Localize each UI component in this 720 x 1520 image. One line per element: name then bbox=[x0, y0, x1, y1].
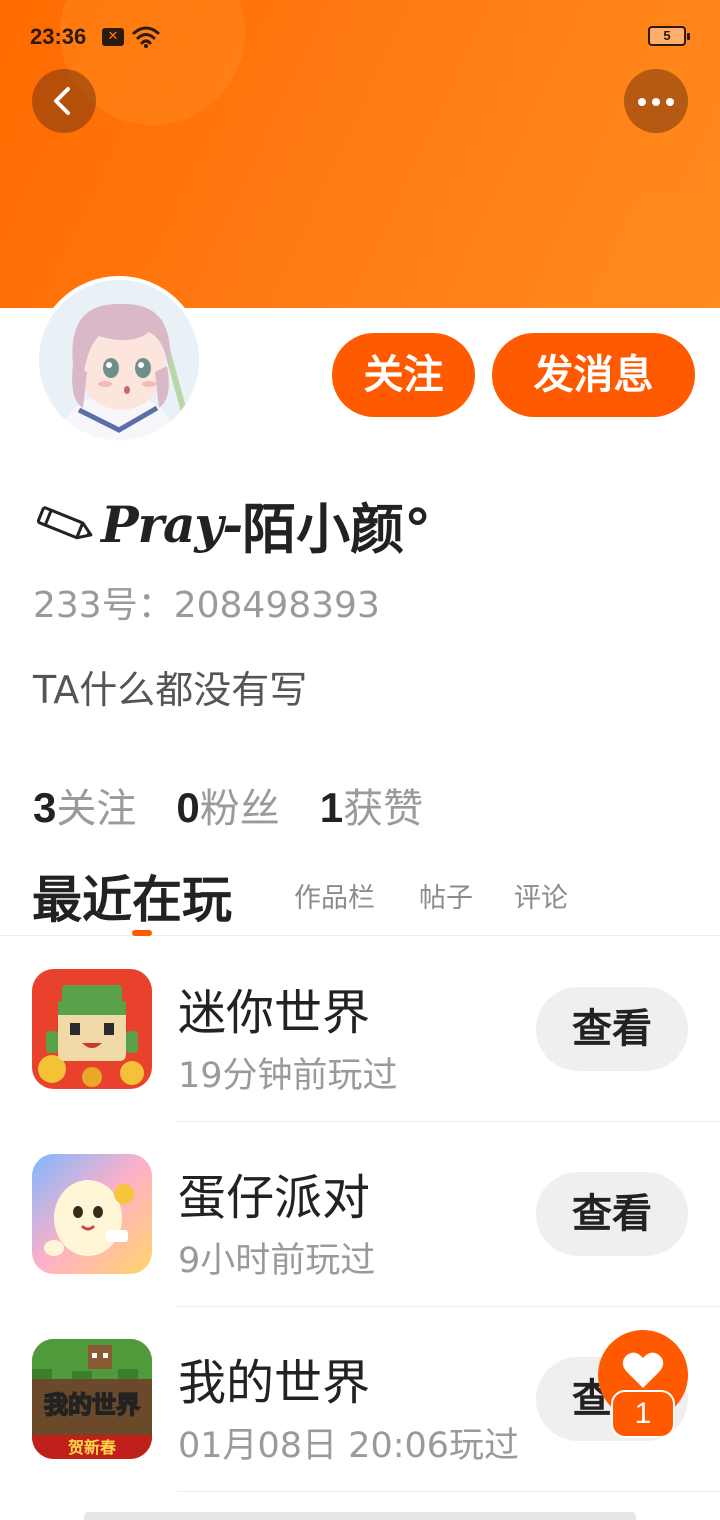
heart-icon bbox=[622, 1352, 664, 1388]
more-dots-icon bbox=[652, 98, 660, 106]
stat-count: 0 bbox=[176, 784, 200, 831]
divider bbox=[177, 1491, 720, 1492]
profile-stats: 3 关注 0 粉丝 1 获赞 bbox=[33, 776, 463, 832]
username-prefix: Pray- bbox=[101, 494, 243, 554]
more-dots-icon bbox=[666, 98, 674, 106]
avatar-illustration bbox=[39, 280, 199, 440]
notification-icon: ✕ bbox=[102, 28, 124, 46]
like-count-badge: 1 bbox=[611, 1390, 675, 1438]
view-button[interactable]: 查看 bbox=[536, 1172, 688, 1256]
profile-tabs: 最近在玩 作品栏 帖子 评论 bbox=[0, 856, 720, 936]
minecraft-icon-title: 我的世界 bbox=[44, 1391, 140, 1419]
tab-posts[interactable]: 帖子 bbox=[419, 876, 473, 915]
stat-label: 获赞 bbox=[343, 786, 424, 832]
stat-count: 1 bbox=[319, 784, 344, 831]
stat-fans[interactable]: 0 粉丝 bbox=[176, 776, 279, 834]
active-tab-indicator bbox=[132, 930, 152, 936]
minecraft-game-icon: 我的世界 贺新春 bbox=[32, 1339, 152, 1459]
tab-recently-played[interactable]: 最近在玩 bbox=[32, 860, 232, 932]
eggy-party-game-icon bbox=[32, 1154, 152, 1274]
bottom-sheet-edge bbox=[84, 1512, 636, 1520]
last-played-time: 01月08日 20:06玩过 bbox=[178, 1426, 520, 1466]
back-button[interactable] bbox=[32, 69, 96, 133]
game-name: 迷你世界 bbox=[178, 985, 371, 1041]
minecraft-icon-banner: 贺新春 bbox=[67, 1438, 117, 1457]
game-name: 我的世界 bbox=[178, 1355, 371, 1411]
list-item[interactable]: 迷你世界 19分钟前玩过 查看 bbox=[0, 937, 720, 1122]
more-button[interactable] bbox=[624, 69, 688, 133]
stat-label: 粉丝 bbox=[199, 786, 280, 832]
username-main: 陌小颜° bbox=[242, 497, 432, 561]
status-time: 23:36 bbox=[30, 24, 87, 49]
tab-works[interactable]: 作品栏 bbox=[294, 876, 375, 915]
follow-button[interactable]: 关注 bbox=[332, 333, 475, 417]
username: Pray- 陌小颜° bbox=[33, 488, 431, 561]
battery-indicator: 5 bbox=[648, 26, 690, 46]
list-item[interactable]: 蛋仔派对 9小时前玩过 查看 bbox=[0, 1122, 720, 1307]
more-dots-icon bbox=[638, 98, 646, 106]
tab-comments[interactable]: 评论 bbox=[514, 876, 568, 915]
user-id: 233号：208498393 bbox=[33, 585, 380, 626]
wifi-icon bbox=[132, 26, 160, 48]
message-button[interactable]: 发消息 bbox=[492, 333, 695, 417]
chevron-left-icon bbox=[54, 87, 70, 115]
stat-label: 关注 bbox=[56, 786, 137, 832]
status-bar: 23:36 ✕ 5 bbox=[0, 20, 720, 54]
avatar[interactable] bbox=[35, 276, 203, 444]
mini-world-game-icon bbox=[32, 969, 152, 1089]
stat-count: 3 bbox=[33, 784, 57, 831]
pencil-icon bbox=[36, 506, 93, 540]
last-played-time: 19分钟前玩过 bbox=[178, 1056, 398, 1096]
banner-decoration bbox=[548, 190, 720, 308]
last-played-time: 9小时前玩过 bbox=[178, 1241, 376, 1281]
user-bio: TA什么都没有写 bbox=[33, 668, 308, 712]
stat-following[interactable]: 3 关注 bbox=[33, 776, 136, 834]
game-name: 蛋仔派对 bbox=[178, 1170, 371, 1226]
view-button[interactable]: 查看 bbox=[536, 987, 688, 1071]
stat-likes[interactable]: 1 获赞 bbox=[320, 776, 423, 834]
